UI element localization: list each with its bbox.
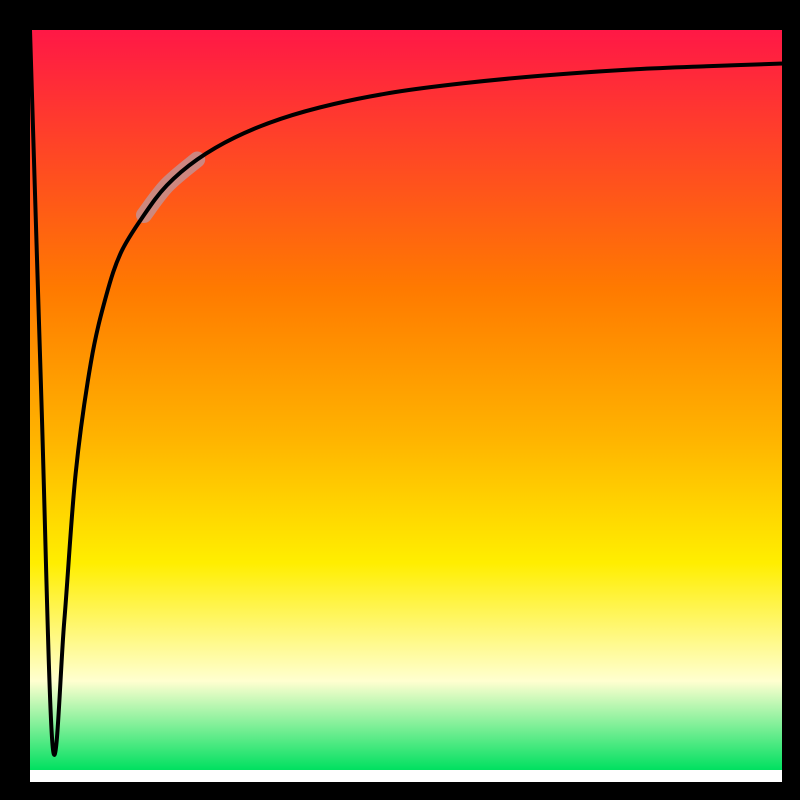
chart-background-gradient bbox=[30, 30, 790, 770]
bottleneck-chart bbox=[0, 0, 800, 800]
chart-container: { "attribution": "TheBottleneck.com", "c… bbox=[0, 0, 800, 800]
